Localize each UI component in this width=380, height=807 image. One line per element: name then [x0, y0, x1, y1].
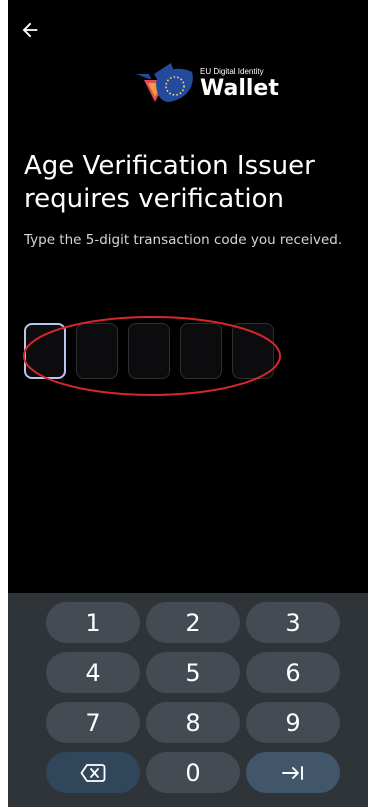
key-9[interactable]: 9: [246, 702, 340, 743]
code-digit-1[interactable]: [24, 323, 66, 379]
tab-enter-icon: [282, 765, 303, 780]
key-8[interactable]: 8: [146, 702, 240, 743]
key-3[interactable]: 3: [246, 602, 340, 643]
key-2[interactable]: 2: [146, 602, 240, 643]
page-title: Age Verification Issuer requires verific…: [24, 151, 315, 214]
code-digit-5[interactable]: [232, 323, 274, 379]
back-button[interactable]: [14, 16, 46, 44]
logo-subtitle: EU Digital Identity: [200, 67, 264, 76]
key-7[interactable]: 7: [46, 702, 140, 743]
key-0[interactable]: 0: [146, 752, 240, 793]
code-digit-3[interactable]: [128, 323, 170, 379]
key-6[interactable]: 6: [246, 652, 340, 693]
code-digit-4[interactable]: [180, 323, 222, 379]
backspace-icon: [80, 763, 106, 782]
key-4[interactable]: 4: [46, 652, 140, 693]
page-subtitle: Type the 5-digit transaction code you re…: [24, 232, 343, 248]
numeric-keyboard: 1 2 3 4 5 6 7 8 9 0: [8, 593, 368, 807]
arrow-left-icon: [22, 22, 38, 38]
wallet-logo: EU Digital Identity Wallet: [132, 62, 282, 106]
backspace-button[interactable]: [46, 752, 140, 793]
logo-title: Wallet: [200, 76, 279, 101]
key-5[interactable]: 5: [146, 652, 240, 693]
key-1[interactable]: 1: [46, 602, 140, 643]
phone-screen: EU Digital Identity Wallet Age Verificat…: [8, 0, 368, 807]
eu-wallet-logo-icon: [136, 63, 193, 102]
code-digit-2[interactable]: [76, 323, 118, 379]
enter-button[interactable]: [246, 752, 340, 793]
